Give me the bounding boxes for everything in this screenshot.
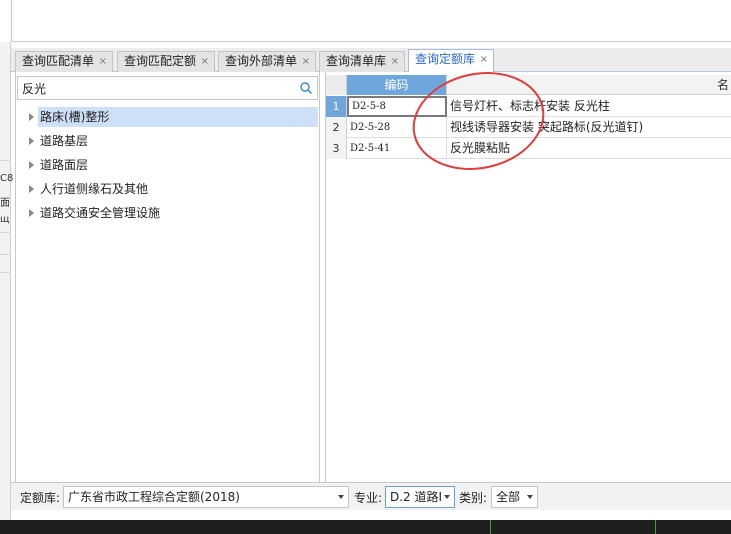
query-tabbar: 查询匹配清单 × 查询匹配定额 × 查询外部清单 × 查询清单库 × 查询定额库… xyxy=(11,48,731,72)
tab-query-external-list[interactable]: 查询外部清单 × xyxy=(218,51,317,72)
chevron-down-icon xyxy=(527,495,533,499)
major-label: 专业: xyxy=(354,491,383,505)
row-number-header xyxy=(326,75,347,95)
column-header-name[interactable]: 名 xyxy=(447,75,731,95)
strip-fragment: щ xyxy=(0,214,10,225)
tree-item[interactable]: 道路基层 xyxy=(24,129,320,153)
expand-arrow-icon[interactable] xyxy=(29,161,34,169)
quota-library-value: 广东省市政工程综合定额(2018) xyxy=(68,490,240,504)
tab-label: 查询匹配清单 xyxy=(22,54,95,68)
tab-label: 查询定额库 xyxy=(415,52,476,66)
left-edge-strip: C8 面 щ xyxy=(0,42,14,522)
expand-arrow-icon[interactable] xyxy=(29,113,34,121)
cell-code[interactable]: D2-5-41 xyxy=(347,138,447,159)
tab-label: 查询匹配定额 xyxy=(124,54,197,68)
search-icon[interactable] xyxy=(299,81,313,95)
tree-item[interactable]: 道路面层 xyxy=(24,153,320,177)
table-row[interactable]: 1 D2-5-8 信号灯杆、标志杆安装 反光柱 xyxy=(326,96,731,117)
expand-arrow-icon[interactable] xyxy=(29,209,34,217)
category-tree: 路床(槽)整形 道路基层 道路面层 人行道侧缘石及其他 道路交通安全管理设施 xyxy=(24,105,320,225)
strip-fragment: C8 xyxy=(0,173,14,184)
app-window: C8 面 щ 查询匹配清单 × 查询匹配定额 × 查询外部清单 × 查询清单库 … xyxy=(0,0,731,534)
expand-arrow-icon[interactable] xyxy=(29,185,34,193)
column-header-code[interactable]: 编码 xyxy=(347,75,447,95)
tree-item-label: 道路面层 xyxy=(40,158,89,172)
row-number[interactable]: 2 xyxy=(326,117,347,138)
tab-query-match-list[interactable]: 查询匹配清单 × xyxy=(15,51,114,72)
filter-bar: 定额库: 广东省市政工程综合定额(2018) 专业: D.2 道路I 类别: 全… xyxy=(11,482,731,510)
close-icon[interactable]: × xyxy=(391,52,399,71)
quota-library-select[interactable]: 广东省市政工程综合定额(2018) xyxy=(63,486,349,508)
row-number[interactable]: 1 xyxy=(326,96,347,117)
tab-label: 查询清单库 xyxy=(326,54,387,68)
major-select[interactable]: D.2 道路I xyxy=(385,486,455,508)
cell-name[interactable]: 信号灯杆、标志杆安装 反光柱 xyxy=(447,96,731,117)
status-bar xyxy=(0,520,731,534)
tree-item-label: 路床(槽)整形 xyxy=(38,107,318,127)
major-value: D.2 道路I xyxy=(390,490,443,504)
category-value: 全部 xyxy=(496,490,521,504)
cell-name[interactable]: 视线诱导器安装 突起路标(反光道钉) xyxy=(447,117,731,138)
upper-pane xyxy=(11,0,731,42)
tab-query-match-quota[interactable]: 查询匹配定额 × xyxy=(117,51,216,72)
table-row[interactable]: 2 D2-5-28 视线诱导器安装 突起路标(反光道钉) xyxy=(326,117,731,138)
tree-item-label: 道路交通安全管理设施 xyxy=(40,206,161,220)
grid-header: 编码 名 xyxy=(326,75,731,95)
strip-fragment: 面 xyxy=(0,198,10,209)
category-pane: 路床(槽)整形 道路基层 道路面层 人行道侧缘石及其他 道路交通安全管理设施 xyxy=(16,72,320,482)
search-input[interactable] xyxy=(22,80,292,96)
tree-item[interactable]: 道路交通安全管理设施 xyxy=(24,201,320,225)
cell-code[interactable]: D2-5-8 xyxy=(347,96,447,117)
content-area: 路床(槽)整形 道路基层 道路面层 人行道侧缘石及其他 道路交通安全管理设施 xyxy=(15,72,731,482)
tree-item[interactable]: 路床(槽)整形 xyxy=(24,105,320,129)
tree-item-label: 人行道侧缘石及其他 xyxy=(40,182,149,196)
search-box xyxy=(17,76,318,100)
quota-grid: 编码 名 1 D2-5-8 信号灯杆、标志杆安装 反光柱 2 D2-5-28 视… xyxy=(325,72,731,482)
tab-query-list-library[interactable]: 查询清单库 × xyxy=(319,51,406,72)
table-row[interactable]: 3 D2-5-41 反光膜粘贴 xyxy=(326,138,731,159)
tree-item-label: 道路基层 xyxy=(40,134,89,148)
category-label: 类别: xyxy=(459,491,488,505)
chevron-down-icon xyxy=(444,495,450,499)
category-select[interactable]: 全部 xyxy=(491,486,538,508)
cell-code[interactable]: D2-5-28 xyxy=(347,117,447,138)
close-icon[interactable]: × xyxy=(99,52,107,71)
cell-name[interactable]: 反光膜粘贴 xyxy=(447,138,731,159)
expand-arrow-icon[interactable] xyxy=(29,137,34,145)
close-icon[interactable]: × xyxy=(480,50,488,69)
quota-library-label: 定额库: xyxy=(20,491,61,505)
close-icon[interactable]: × xyxy=(201,52,209,71)
chevron-down-icon xyxy=(338,495,344,499)
tab-query-quota-library[interactable]: 查询定额库 × xyxy=(408,49,495,72)
tab-label: 查询外部清单 xyxy=(225,54,298,68)
close-icon[interactable]: × xyxy=(302,52,310,71)
row-number[interactable]: 3 xyxy=(326,138,347,159)
tree-item[interactable]: 人行道侧缘石及其他 xyxy=(24,177,320,201)
